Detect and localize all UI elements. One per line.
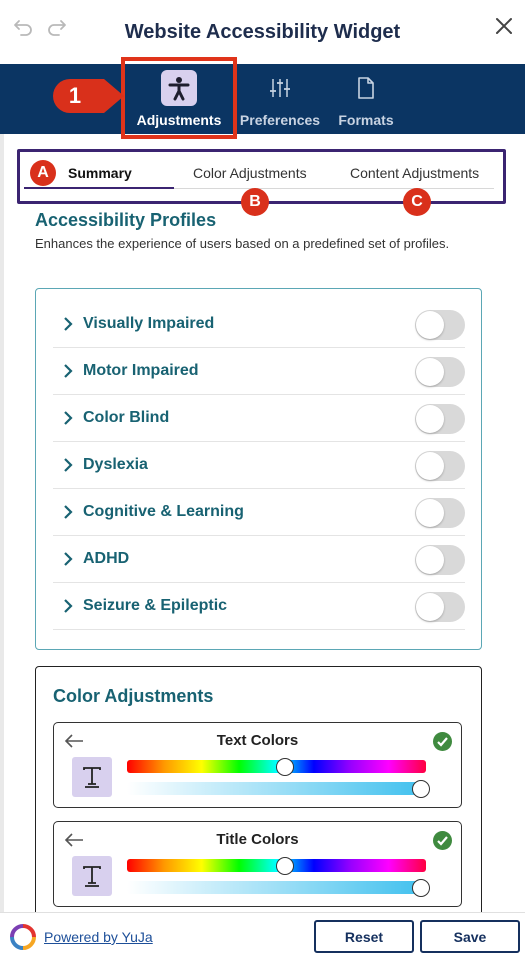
chevron-right-icon xyxy=(62,599,74,613)
nav-label-formats: Formats xyxy=(338,112,394,128)
save-button[interactable]: Save xyxy=(420,920,520,953)
profile-row[interactable]: Motor Impaired xyxy=(53,348,465,395)
profile-row[interactable]: Color Blind xyxy=(53,395,465,442)
toggle-knob xyxy=(416,452,444,480)
profile-label: Seizure & Epileptic xyxy=(83,597,228,614)
toggle-knob xyxy=(416,358,444,386)
profile-toggle[interactable] xyxy=(415,357,465,387)
check-circle-icon xyxy=(433,831,452,850)
check-circle-icon xyxy=(433,732,452,751)
widget-title: Website Accessibility Widget xyxy=(124,21,401,43)
toggle-knob xyxy=(416,311,444,339)
color-adjustments-panel: Color Adjustments Text Colors Title Colo… xyxy=(35,666,482,926)
document-icon xyxy=(348,70,384,106)
profile-toggle[interactable] xyxy=(415,498,465,528)
chevron-right-icon xyxy=(62,364,74,378)
chevron-right-icon xyxy=(62,552,74,566)
widget-header: Website Accessibility Widget xyxy=(0,0,525,64)
profile-label: Motor Impaired xyxy=(83,362,199,379)
profiles-title: Accessibility Profiles xyxy=(35,210,217,230)
profile-label: Visually Impaired xyxy=(83,315,215,332)
profile-toggle[interactable] xyxy=(415,404,465,434)
text-format-icon xyxy=(72,757,112,797)
profile-toggle[interactable] xyxy=(415,310,465,340)
profile-row[interactable]: Seizure & Epileptic xyxy=(53,583,465,630)
color-adjustments-title: Color Adjustments xyxy=(53,686,214,706)
annotation-marker-1: 1 xyxy=(52,78,124,114)
widget-footer: Powered by YuJa Reset Save xyxy=(0,912,525,958)
profile-row[interactable]: Visually Impaired xyxy=(53,301,465,348)
lightness-slider-handle[interactable] xyxy=(412,879,430,897)
profile-row[interactable]: ADHD xyxy=(53,536,465,583)
profiles-description: Enhances the experience of users based o… xyxy=(35,236,450,251)
chevron-right-icon xyxy=(62,317,74,331)
profiles-panel: Visually Impaired Motor Impaired Color B… xyxy=(35,288,482,650)
text-colors-card: Text Colors xyxy=(53,722,462,808)
toggle-knob xyxy=(416,593,444,621)
chevron-right-icon xyxy=(62,411,74,425)
text-format-icon xyxy=(72,856,112,896)
tab-color-adjustments[interactable]: Color Adjustments xyxy=(193,165,307,181)
profile-label: ADHD xyxy=(83,550,130,567)
nav-formats[interactable]: Formats xyxy=(318,70,414,132)
color-card-title: Title Colors xyxy=(216,831,299,848)
hue-slider-handle[interactable] xyxy=(276,758,295,776)
profile-toggle[interactable] xyxy=(415,451,465,481)
powered-by-link[interactable]: Powered by YuJa xyxy=(44,929,153,945)
yuja-logo-icon xyxy=(10,924,36,950)
profile-toggle[interactable] xyxy=(415,592,465,622)
profile-label: Color Blind xyxy=(83,409,170,426)
profile-toggle[interactable] xyxy=(415,545,465,575)
lightness-slider[interactable] xyxy=(127,881,426,894)
profile-label: Cognitive & Learning xyxy=(83,503,244,520)
close-icon[interactable] xyxy=(493,15,515,37)
annotation-highlight-adjustments xyxy=(121,57,237,139)
profile-label: Dyslexia xyxy=(83,456,148,473)
chevron-right-icon xyxy=(62,505,74,519)
profile-row[interactable]: Cognitive & Learning xyxy=(53,489,465,536)
reset-button[interactable]: Reset xyxy=(314,920,414,953)
hue-slider-handle[interactable] xyxy=(276,857,295,875)
color-card-title: Text Colors xyxy=(216,732,299,749)
nav-label-preferences: Preferences xyxy=(239,112,321,128)
title-colors-card: Title Colors xyxy=(53,821,462,907)
annotation-marker-c: C xyxy=(403,188,431,216)
toggle-knob xyxy=(416,546,444,574)
chevron-right-icon xyxy=(62,458,74,472)
lightness-slider-handle[interactable] xyxy=(412,780,430,798)
left-edge-strip xyxy=(0,0,4,958)
profile-row[interactable]: Dyslexia xyxy=(53,442,465,489)
toggle-knob xyxy=(416,499,444,527)
annotation-marker-b: B xyxy=(241,188,269,216)
tab-content-adjustments[interactable]: Content Adjustments xyxy=(350,165,479,181)
sliders-icon xyxy=(262,70,298,106)
toggle-knob xyxy=(416,405,444,433)
nav-preferences[interactable]: Preferences xyxy=(232,70,328,132)
annotation-marker-a: A xyxy=(30,160,56,186)
tab-active-underline xyxy=(24,187,174,189)
tab-summary[interactable]: Summary xyxy=(68,165,132,181)
lightness-slider[interactable] xyxy=(127,782,426,795)
